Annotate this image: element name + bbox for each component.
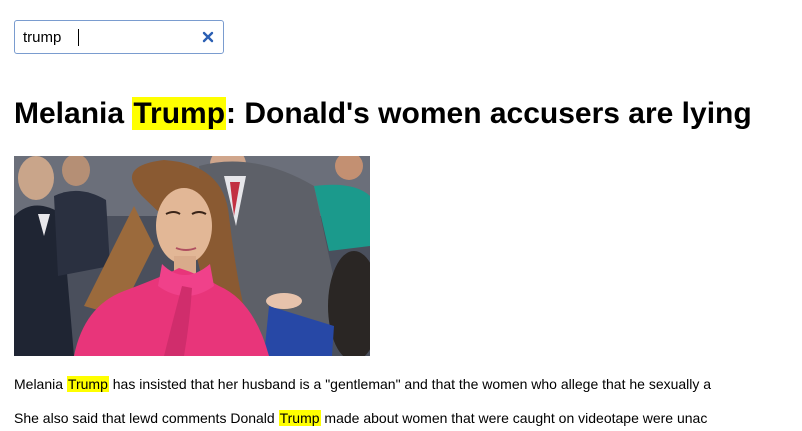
paragraph-text-before: She also said that lewd comments Donald [14, 410, 279, 426]
article-paragraph-2: She also said that lewd comments Donald … [14, 408, 802, 428]
paragraph-text-after: has insisted that her husband is a "gent… [108, 376, 712, 392]
clear-search-button[interactable] [199, 28, 217, 46]
search-highlight: Trump [278, 410, 321, 426]
search-highlight: Trump [132, 97, 227, 130]
text-caret [78, 29, 79, 46]
article-paragraph-1: Melania Trump has insisted that her husb… [14, 374, 802, 394]
close-icon [202, 31, 214, 43]
article-headline: Melania Trump: Donald's women accusers a… [14, 94, 752, 134]
headline-text-after: : Donald's women accusers are lying [226, 97, 752, 130]
search-box[interactable] [14, 20, 224, 54]
paragraph-text-before: Melania [14, 376, 67, 392]
search-input[interactable] [23, 27, 193, 47]
search-highlight: Trump [66, 376, 109, 392]
photo-illustration [14, 156, 370, 356]
paragraph-text-after: made about women that were caught on vid… [320, 410, 708, 426]
article-photo [14, 156, 370, 356]
headline-text-before: Melania [14, 97, 133, 130]
